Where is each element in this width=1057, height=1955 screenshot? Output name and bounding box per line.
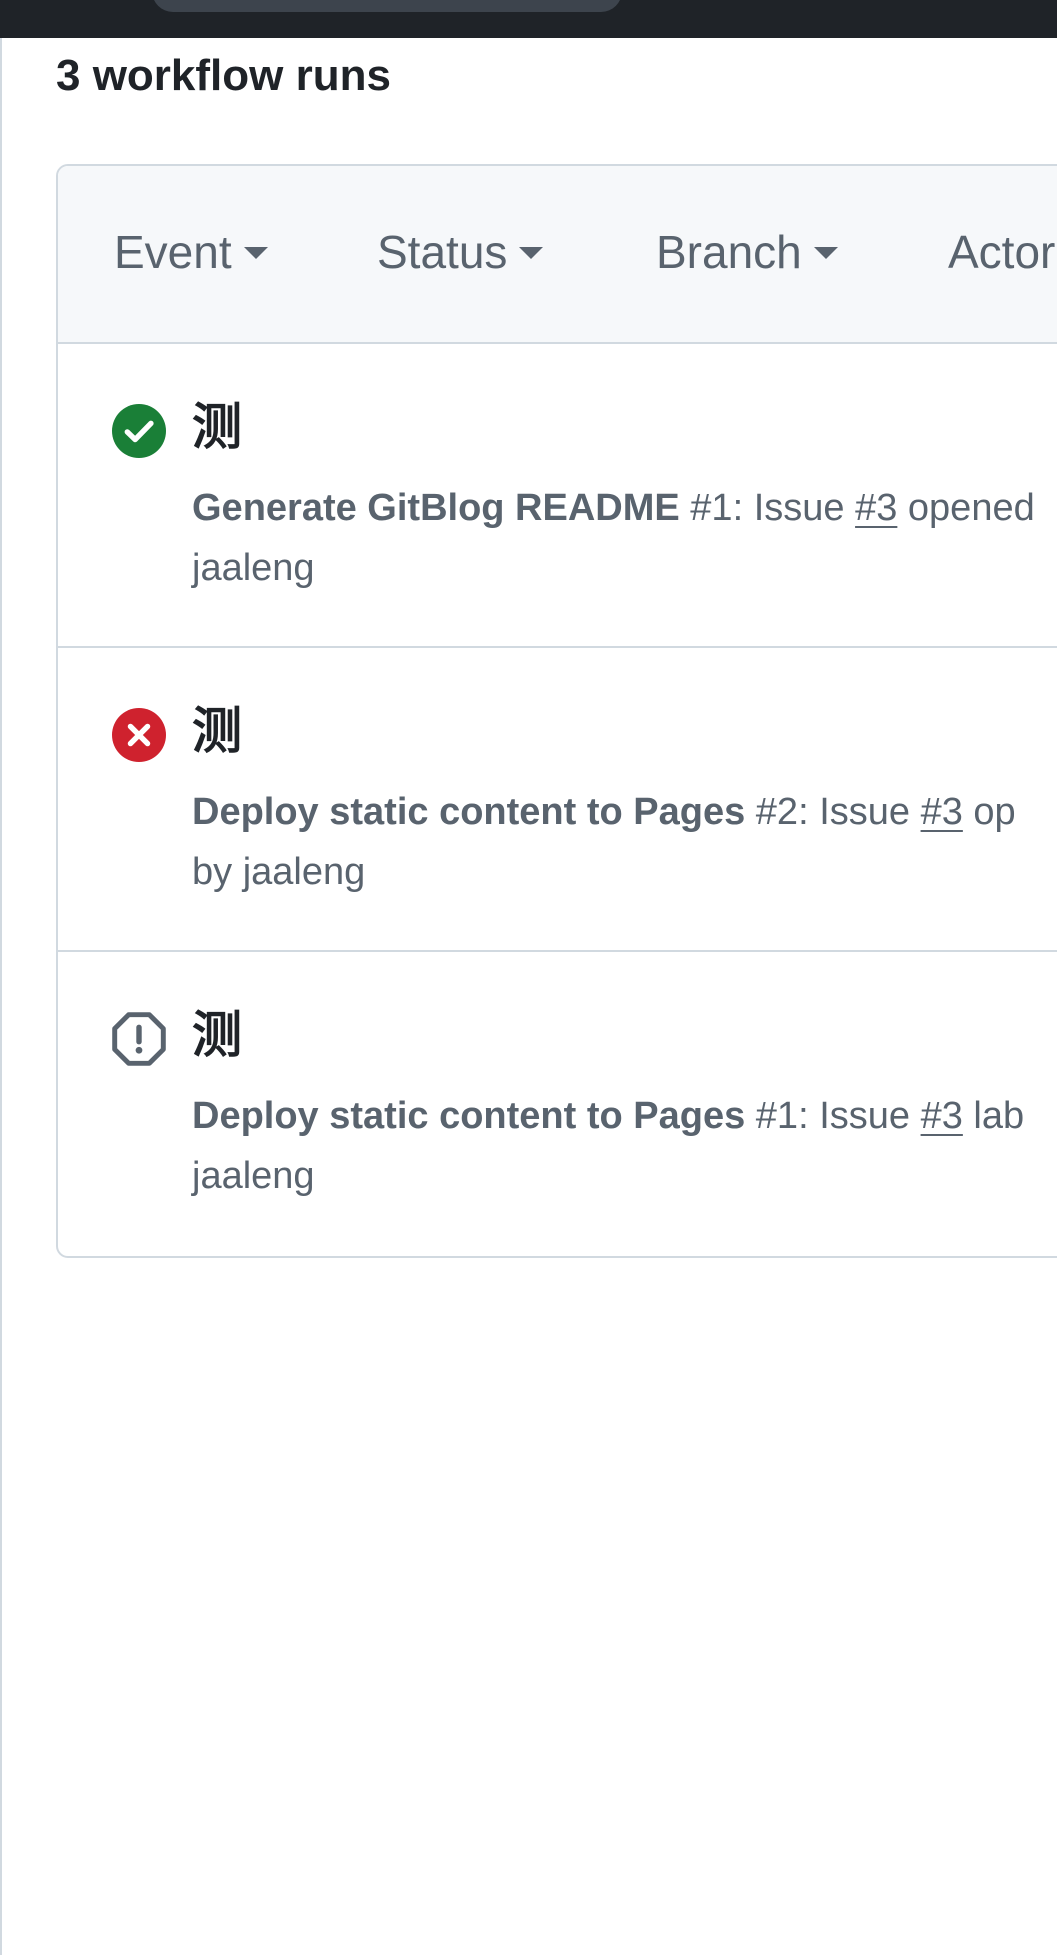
workflow-run-row[interactable]: 测 Deploy static content to Pages #2: Iss… [58, 648, 1057, 952]
status-filter-dropdown[interactable]: Status [377, 224, 544, 280]
workflow-name: Generate GitBlog README [192, 487, 680, 529]
run-event-suffix: op [962, 791, 1016, 833]
header-search-input[interactable] [152, 0, 622, 12]
issue-link[interactable]: #3 [921, 791, 963, 833]
caret-down-icon [519, 246, 544, 259]
check-circle-fill-icon [112, 404, 166, 458]
actor-filter-dropdown[interactable]: Actor [948, 224, 1057, 280]
status-filter-label: Status [377, 226, 508, 278]
run-event-text: : Issue [732, 487, 856, 529]
branch-filter-dropdown[interactable]: Branch [656, 224, 838, 280]
run-event-text: : Issue [798, 791, 921, 833]
branch-filter-label: Branch [656, 226, 802, 278]
event-filter-dropdown[interactable]: Event [114, 224, 268, 280]
run-meta: Deploy static content to Pages #1: Issue… [192, 1086, 1057, 1206]
run-number: #1 [755, 1095, 799, 1137]
alert-octagon-icon [112, 1012, 166, 1066]
run-meta: Deploy static content to Pages #2: Issue… [192, 782, 1057, 902]
workflow-runs-list: Event Status Branch Actor 测 Generate Git… [56, 164, 1057, 1258]
actor-filter-label: Actor [948, 226, 1056, 278]
run-actor: by jaaleng [192, 851, 366, 893]
issue-link[interactable]: #3 [921, 1095, 963, 1137]
run-event-text: : Issue [798, 1095, 921, 1137]
run-actor: jaaleng [192, 1155, 315, 1197]
event-filter-label: Event [114, 226, 232, 278]
workflow-runs-count-heading: 3 workflow runs [56, 51, 391, 100]
workflow-name: Deploy static content to Pages [192, 791, 746, 833]
run-number: #1 [690, 487, 733, 529]
run-actor: jaaleng [192, 547, 315, 589]
runs-filter-bar: Event Status Branch Actor [58, 166, 1057, 344]
run-number: #2 [755, 791, 799, 833]
app-header [0, 0, 1057, 38]
run-title-link[interactable]: 测 [192, 1004, 242, 1066]
workflow-run-row[interactable]: 测 Generate GitBlog README #1: Issue #3 o… [58, 344, 1057, 648]
issue-link[interactable]: #3 [855, 487, 897, 529]
workflow-run-row[interactable]: 测 Deploy static content to Pages #1: Iss… [58, 952, 1057, 1256]
workflow-name: Deploy static content to Pages [192, 1095, 746, 1137]
page-divider [0, 38, 2, 1955]
x-circle-fill-icon [112, 708, 166, 762]
run-title-link[interactable]: 测 [192, 700, 242, 762]
caret-down-icon [813, 246, 838, 259]
run-title-link[interactable]: 测 [192, 396, 242, 458]
run-meta: Generate GitBlog README #1: Issue #3 ope… [192, 478, 1057, 598]
run-event-suffix: lab [962, 1095, 1025, 1137]
caret-down-icon [243, 246, 268, 259]
run-event-suffix: opened [897, 487, 1035, 529]
